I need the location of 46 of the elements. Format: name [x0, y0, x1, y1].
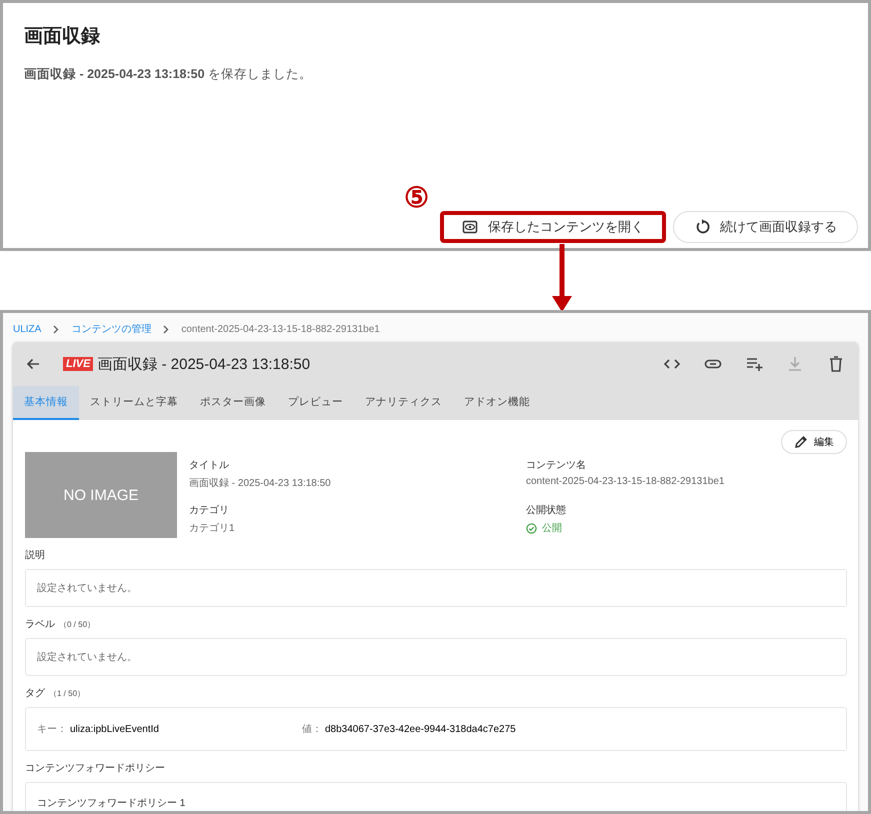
tag-key: uliza:ipbLiveEventId — [70, 724, 159, 735]
tab[interactable]: プレビュー — [277, 386, 354, 420]
section-label: 説明 — [25, 548, 45, 562]
section-box: 設定されていません。 — [25, 638, 847, 676]
pencil-icon — [794, 435, 808, 449]
dialog-button[interactable]: 保存したコンテンツを開く — [440, 211, 666, 243]
field-value: content-2025-04-23-13-15-18-882-29131be1 — [526, 476, 726, 487]
eye-icon — [462, 219, 478, 235]
arrow-icon — [550, 244, 574, 312]
section-label: ラベル — [25, 618, 55, 631]
tag-value-label: 値： — [302, 724, 322, 735]
edit-button[interactable]: 編集 — [781, 430, 847, 454]
field-label: カテゴリ — [189, 504, 230, 517]
back-arrow-icon[interactable] — [25, 356, 41, 372]
check-circle-icon — [526, 522, 537, 534]
step-number: ⑤ — [404, 181, 429, 214]
count-text: （1 / 50） — [49, 688, 86, 699]
field-label: コンテンツ名 — [526, 459, 587, 472]
tag-key-label: キー： — [37, 724, 67, 735]
dialog-title: 画面収録 — [24, 25, 101, 49]
chevron-icon — [163, 324, 170, 334]
count-text: （0 / 50） — [59, 619, 96, 630]
field-value: カテゴリ1 — [189, 522, 236, 535]
policy-name: コンテンツフォワードポリシー 1 — [37, 797, 186, 810]
section-box: 設定されていません。 — [25, 569, 847, 607]
tab[interactable]: アナリティクス — [354, 386, 453, 420]
dialog-button[interactable]: 続けて画面収録する — [673, 211, 858, 243]
section-label: タグ — [25, 687, 45, 700]
section-label: コンテンツフォワードポリシー — [25, 762, 165, 775]
tag-value: d8b34067-37e3-42ee-9944-318da4c7e275 — [325, 724, 516, 735]
chevron-icon — [53, 324, 60, 334]
tab[interactable]: ストリームと字幕 — [79, 386, 189, 420]
breadcrumb-item[interactable]: ULIZA — [13, 324, 42, 334]
field-label: タイトル — [189, 459, 230, 472]
field-value: 画面収録 - 2025-04-23 13:18:50 — [189, 476, 332, 490]
live-badge: LIVE — [63, 357, 94, 371]
breadcrumb-item[interactable]: コンテンツの管理 — [71, 322, 152, 336]
tab[interactable]: ポスター画像 — [189, 386, 277, 420]
status-value: 公開 — [542, 522, 562, 535]
no-image-text: NO IMAGE — [63, 486, 138, 504]
breadcrumb-item: content-2025-04-23-13-15-18-882-29131be1 — [181, 324, 380, 334]
content-title: 画面収録 - 2025-04-23 13:18:50 — [97, 354, 310, 374]
field-label: 公開状態 — [526, 504, 567, 517]
dialog-message: 画面収録 - 2025-04-23 13:18:50 を保存しました。 — [24, 66, 314, 83]
tab[interactable]: アドオン機能 — [453, 386, 541, 420]
refresh-icon — [694, 219, 710, 235]
